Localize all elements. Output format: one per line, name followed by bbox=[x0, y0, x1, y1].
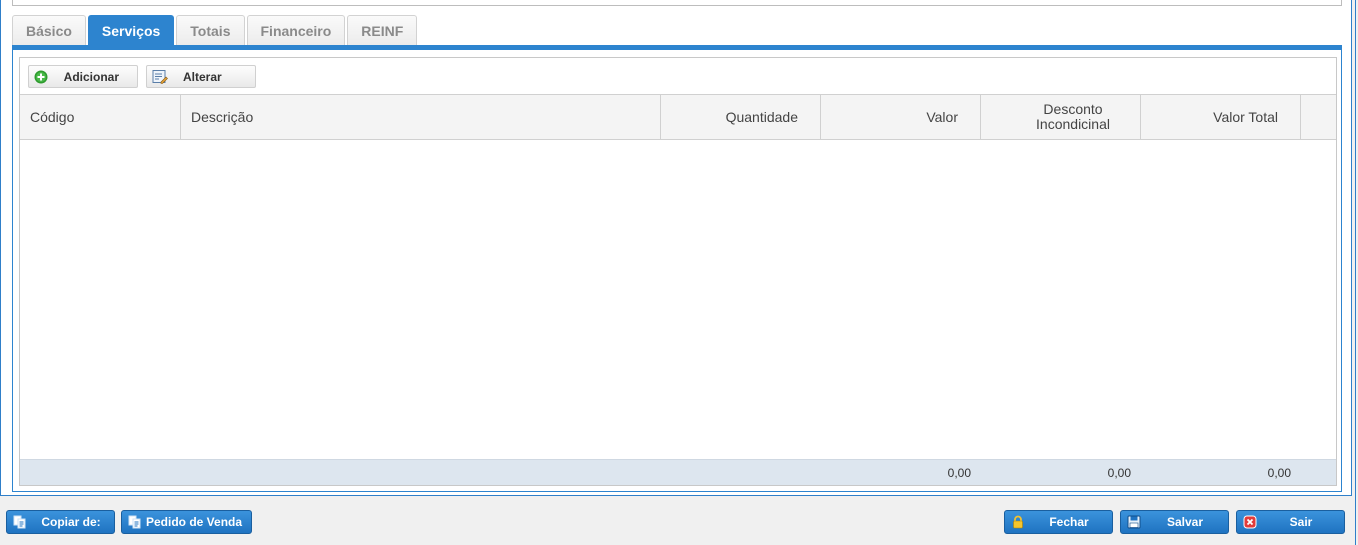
edit-icon bbox=[152, 69, 168, 85]
add-icon bbox=[34, 69, 49, 85]
close-button[interactable]: Fechar bbox=[1004, 510, 1113, 534]
exit-icon bbox=[1242, 514, 1258, 530]
col-spacer bbox=[1301, 95, 1336, 139]
close-label: Fechar bbox=[1049, 515, 1089, 529]
total-valor-total: 0,00 bbox=[1267, 465, 1291, 480]
table-header: Código Descrição Quantidade Valor Descon… bbox=[20, 94, 1336, 140]
total-desconto: 0,00 bbox=[1107, 465, 1131, 480]
table-totals-row: 0,00 0,00 0,00 bbox=[20, 459, 1336, 485]
window-edge bbox=[1355, 0, 1356, 545]
col-codigo[interactable]: Código bbox=[20, 95, 181, 139]
tab-financeiro[interactable]: Financeiro bbox=[246, 15, 346, 45]
col-quantidade[interactable]: Quantidade bbox=[661, 95, 821, 139]
sales-order-label: Pedido de Venda bbox=[146, 515, 243, 529]
exit-button[interactable]: Sair bbox=[1236, 510, 1345, 534]
tab-totais[interactable]: Totais bbox=[176, 15, 245, 45]
grid-toolbar: Adicionar Alterar bbox=[28, 65, 264, 89]
copy-from-label: Copiar de: bbox=[41, 515, 101, 529]
copy-icon bbox=[127, 514, 143, 530]
edit-label: Alterar bbox=[183, 69, 222, 84]
totals-spacer bbox=[20, 460, 821, 485]
col-valor[interactable]: Valor bbox=[821, 95, 981, 139]
sales-order-button[interactable]: Pedido de Venda bbox=[121, 510, 252, 534]
edit-button[interactable]: Alterar bbox=[146, 65, 256, 88]
add-button[interactable]: Adicionar bbox=[28, 65, 138, 88]
tab-basico[interactable]: Básico bbox=[12, 15, 86, 45]
save-button[interactable]: Salvar bbox=[1120, 510, 1229, 534]
copy-from-button[interactable]: Copiar de: bbox=[6, 510, 115, 534]
save-label: Salvar bbox=[1166, 515, 1204, 529]
col-valor-total[interactable]: Valor Total bbox=[1141, 95, 1301, 139]
top-field[interactable] bbox=[12, 0, 1342, 6]
total-valor: 0,00 bbox=[947, 465, 971, 480]
copy-icon bbox=[12, 514, 28, 530]
tab-servicos[interactable]: Serviços bbox=[87, 15, 175, 45]
table-body[interactable] bbox=[20, 140, 1336, 459]
add-label: Adicionar bbox=[63, 69, 119, 84]
col-desconto-label: Desconto Incondicinal bbox=[1036, 101, 1110, 132]
col-desconto[interactable]: Desconto Incondicinal bbox=[981, 95, 1141, 139]
tab-reinf[interactable]: REINF bbox=[347, 15, 418, 45]
tab-bar: Básico Serviços Totais Financeiro REINF bbox=[12, 15, 419, 46]
floppy-disk-icon bbox=[1126, 514, 1142, 530]
services-panel: Adicionar Alterar Código Descrição Quant… bbox=[12, 50, 1342, 492]
col-descricao[interactable]: Descrição bbox=[181, 95, 661, 139]
services-grid: Adicionar Alterar Código Descrição Quant… bbox=[19, 57, 1337, 486]
lock-icon bbox=[1010, 514, 1026, 530]
bottom-action-bar: Copiar de: Pedido de Venda Fechar Salvar… bbox=[0, 496, 1358, 545]
exit-label: Sair bbox=[1289, 515, 1313, 529]
form-window: Básico Serviços Totais Financeiro REINF … bbox=[0, 0, 1352, 496]
